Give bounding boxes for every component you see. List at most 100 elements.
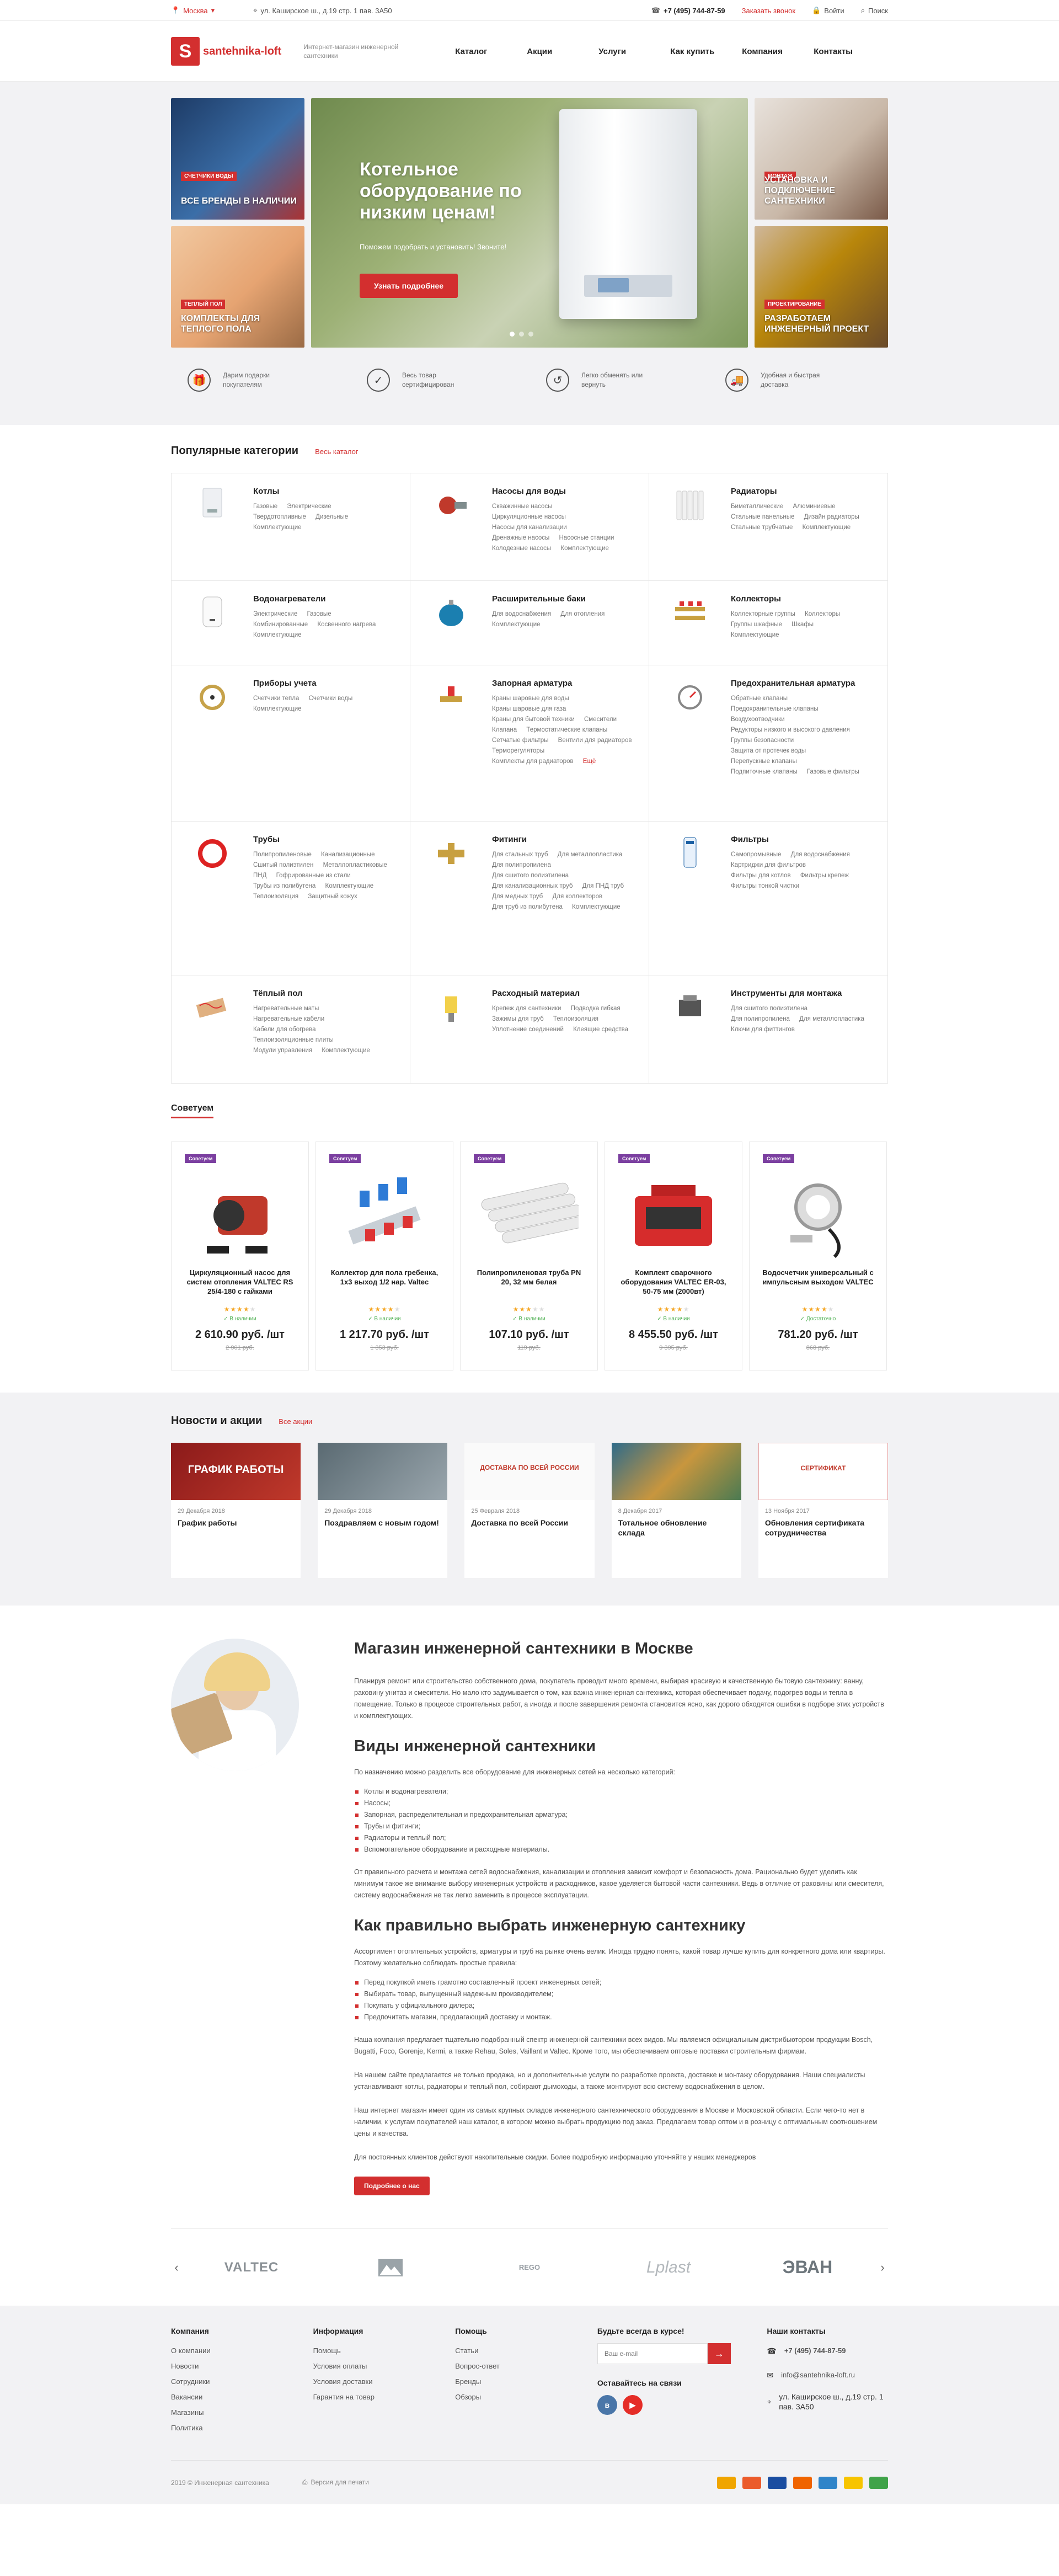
news-title[interactable]: Обновления сертификата сотрудничества: [758, 1518, 888, 1538]
subcategory-link[interactable]: Для сшитого полиэтилена: [731, 1005, 807, 1012]
subcategory-link[interactable]: Комплектующие: [731, 632, 779, 638]
footer-link[interactable]: Вакансии: [171, 2390, 313, 2405]
subcategory-link[interactable]: Насосы для канализации: [492, 524, 567, 531]
subcategory-link[interactable]: Для коллекторов: [552, 893, 602, 900]
brand-logo-mountain[interactable]: [321, 2251, 460, 2284]
footer-link[interactable]: Политика: [171, 2420, 313, 2436]
category-card[interactable]: Фильтры Самопромывные Для водоснабжения К…: [649, 822, 888, 975]
nav-catalog[interactable]: Каталог: [455, 47, 527, 56]
news-card[interactable]: 8 Декабря 2017 Тотальное обновление склад…: [611, 1443, 741, 1578]
subcategory-link[interactable]: Электрические: [287, 503, 331, 510]
product-image[interactable]: [763, 1163, 873, 1268]
category-card[interactable]: Насосы для воды Скважинные насосы Циркуля…: [410, 473, 649, 581]
subcategory-link[interactable]: Для медных труб: [492, 893, 543, 900]
subcategory-link[interactable]: Для полипропилена: [492, 862, 551, 868]
subcategory-link[interactable]: Воздухоотводчики: [731, 716, 785, 723]
category-title[interactable]: Радиаторы: [731, 487, 879, 496]
nav-contacts[interactable]: Контакты: [814, 47, 885, 56]
request-call-link[interactable]: Заказать звонок: [742, 7, 795, 15]
subcategory-link[interactable]: Краны шаровые для воды: [492, 695, 569, 702]
subcategory-link[interactable]: Счетчики воды: [309, 695, 353, 702]
subcategory-link[interactable]: Электрические: [253, 611, 297, 617]
subcategory-link[interactable]: Подпиточные клапаны: [731, 769, 798, 775]
subcategory-link[interactable]: Группы шкафные: [731, 621, 782, 628]
category-title[interactable]: Расширительные баки: [492, 594, 640, 604]
footer-link[interactable]: Гарантия на товар: [313, 2390, 456, 2405]
brand-logo-valtec[interactable]: VALTEC: [182, 2251, 321, 2284]
subcategory-link[interactable]: Теплоизоляционные плиты: [253, 1037, 334, 1043]
subcategory-link[interactable]: Фильтры для котлов: [731, 872, 791, 879]
subcategory-link[interactable]: Для отопления: [560, 611, 605, 617]
subcategory-link[interactable]: Комплектующие: [803, 524, 851, 531]
category-card[interactable]: Приборы учета Счетчики тепла Счетчики вод…: [172, 665, 410, 822]
category-card[interactable]: Радиаторы Биметаллические Алюминиевые Ста…: [649, 473, 888, 581]
subcategory-link[interactable]: Металлопластиковые: [323, 862, 387, 868]
subcategory-link[interactable]: Шкафы: [791, 621, 814, 628]
category-title[interactable]: Расходный материал: [492, 989, 640, 998]
subcategory-link[interactable]: Полипропиленовые: [253, 851, 312, 858]
news-title[interactable]: Тотальное обновление склада: [612, 1518, 741, 1538]
subcategory-link[interactable]: Краны шаровые для газа: [492, 706, 566, 712]
subcategory-link[interactable]: Комплектующие: [253, 632, 302, 638]
category-card[interactable]: Котлы Газовые Электрические Твердотопливн…: [172, 473, 410, 581]
site-logo[interactable]: S santehnika-loft: [171, 37, 281, 66]
print-version-link[interactable]: ⎙ Версия для печати: [302, 2478, 369, 2487]
category-title[interactable]: Насосы для воды: [492, 487, 640, 496]
subcategory-link[interactable]: Газовые: [307, 611, 331, 617]
subcategory-link[interactable]: Перепускные клапаны: [731, 758, 797, 765]
product-card[interactable]: Советуем Водосчетчик универсальный с импу…: [749, 1142, 887, 1370]
category-card[interactable]: Коллекторы Коллекторные группы Коллекторы…: [649, 581, 888, 665]
product-image[interactable]: [329, 1163, 440, 1268]
subcategory-link[interactable]: Термостатические клапаны: [526, 727, 607, 733]
subcategory-link[interactable]: Клеящие средства: [573, 1026, 628, 1033]
subcategory-link[interactable]: Защита от протечек воды: [731, 748, 806, 754]
search-link[interactable]: ⌕ Поиск: [861, 6, 888, 15]
nav-company[interactable]: Компания: [742, 47, 814, 56]
subcategory-link[interactable]: Косвенного нагрева: [317, 621, 376, 628]
promo-tile-installation[interactable]: Монтаж Установка и подключение сантехник…: [755, 98, 888, 220]
product-card[interactable]: Советуем Циркуляционный насос для систем …: [171, 1142, 309, 1370]
footer-link[interactable]: Новости: [171, 2359, 313, 2374]
chevron-left-icon[interactable]: ‹: [171, 2260, 182, 2275]
promo-tile-floor-heating[interactable]: Теплый пол Комплекты для теплого пола: [171, 226, 304, 348]
subscribe-email-input[interactable]: [597, 2343, 708, 2364]
subcategory-link[interactable]: Коллекторные группы: [731, 611, 795, 617]
category-card[interactable]: Запорная арматура Краны шаровые для воды …: [410, 665, 649, 822]
subcategory-link[interactable]: Нагревательные маты: [253, 1005, 319, 1012]
login-link[interactable]: 🔒 Войти: [812, 6, 844, 15]
nav-how-to-buy[interactable]: Как купить: [670, 47, 742, 56]
subcategory-link[interactable]: Ещё: [583, 758, 596, 765]
subcategory-link[interactable]: Теплоизоляция: [253, 893, 298, 900]
subcategory-link[interactable]: Для труб из полибутена: [492, 904, 563, 910]
subcategory-link[interactable]: Для стальных труб: [492, 851, 548, 858]
subcategory-link[interactable]: Стальные трубчатые: [731, 524, 793, 531]
category-card[interactable]: Инструменты для монтажа Для сшитого полиэ…: [649, 975, 888, 1084]
product-name[interactable]: Комплект сварочного оборудования VALTEC …: [605, 1268, 742, 1305]
subcategory-link[interactable]: Для металлопластика: [799, 1016, 864, 1022]
subcategory-link[interactable]: Нагревательные кабели: [253, 1016, 324, 1022]
subcategory-link[interactable]: Сетчатые фильтры: [492, 737, 548, 744]
nav-services[interactable]: Услуги: [598, 47, 670, 56]
chevron-right-icon[interactable]: ›: [877, 2260, 888, 2275]
subcategory-link[interactable]: Гофрированные из стали: [276, 872, 351, 879]
subcategory-link[interactable]: Комплектующие: [325, 883, 374, 889]
category-title[interactable]: Трубы: [253, 835, 401, 844]
product-card[interactable]: Советуем Коллектор для пола гребенка, 1x3…: [315, 1142, 453, 1370]
subcategory-link[interactable]: Предохранительные клапаны: [731, 706, 819, 712]
footer-link[interactable]: Помощь: [313, 2343, 456, 2359]
subcategory-link[interactable]: Стальные панельные: [731, 514, 794, 520]
subcategory-link[interactable]: Фильтры крепеж: [800, 872, 849, 879]
footer-link[interactable]: Условия оплаты: [313, 2359, 456, 2374]
footer-phone-link[interactable]: +7 (495) 744-87-59: [784, 2343, 846, 2359]
product-card[interactable]: Советуем Комплект сварочного оборудования…: [605, 1142, 742, 1370]
product-image[interactable]: [185, 1163, 295, 1268]
subcategory-link[interactable]: Краны для бытовой техники: [492, 716, 575, 723]
subcategory-link[interactable]: Комплектующие: [492, 621, 541, 628]
subcategory-link[interactable]: Картриджи для фильтров: [731, 862, 806, 868]
category-card[interactable]: Расходный материал Крепеж для сантехники …: [410, 975, 649, 1084]
subcategory-link[interactable]: Группы безопасности: [731, 737, 794, 744]
category-card[interactable]: Расширительные баки Для водоснабжения Для…: [410, 581, 649, 665]
footer-link[interactable]: Магазины: [171, 2405, 313, 2420]
vk-icon[interactable]: в: [597, 2395, 617, 2415]
subcategory-link[interactable]: Дизайн радиаторы: [804, 514, 859, 520]
